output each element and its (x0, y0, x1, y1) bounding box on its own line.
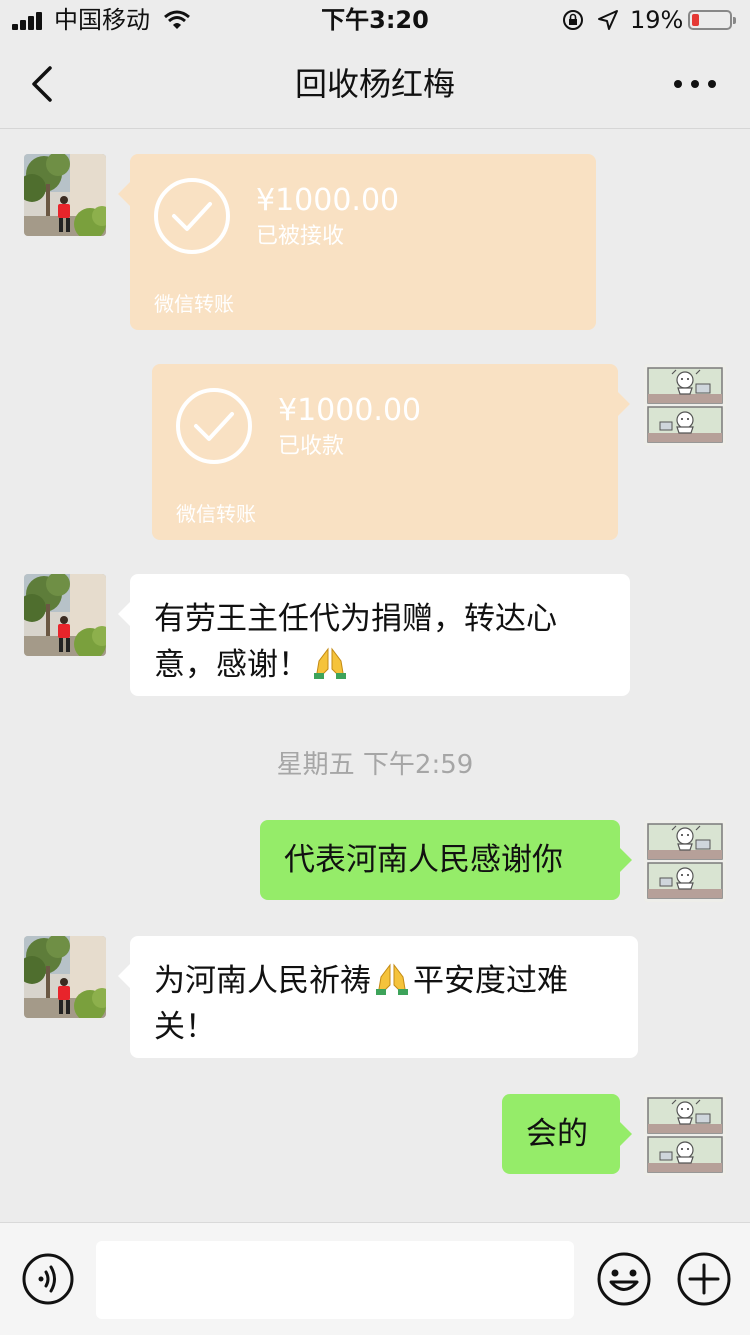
smiley-icon[interactable] (596, 1251, 652, 1307)
self-avatar[interactable] (644, 820, 726, 902)
transfer-card[interactable]: ¥1000.00 已收款 微信转账 (152, 364, 630, 540)
message-text: 有劳王主任代为捐赠，转达心意，感谢！ (154, 601, 557, 683)
friend-avatar[interactable] (24, 574, 106, 656)
transfer-amount: ¥1000.00 (278, 393, 422, 428)
location-arrow-icon (598, 10, 618, 30)
folded-hands-icon (373, 959, 411, 997)
transfer-card[interactable]: ¥1000.00 已被接收 微信转账 (118, 154, 596, 330)
self-avatar[interactable] (644, 1094, 726, 1176)
message-text: 为河南人民祈祷 (154, 963, 371, 999)
input-bar (0, 1222, 750, 1335)
message-bubble[interactable]: 有劳王主任代为捐赠，转达心意，感谢！ (118, 574, 630, 696)
message-text: 会的 (526, 1116, 588, 1152)
chat-title: 回收杨红梅 (294, 65, 455, 103)
friend-avatar[interactable] (24, 154, 106, 236)
friend-avatar[interactable] (24, 936, 106, 1018)
chat-header: 回收杨红梅 (0, 40, 750, 129)
message-timestamp: 星期五 下午2:59 (276, 750, 474, 780)
folded-hands-icon (311, 643, 349, 681)
transfer-amount: ¥1000.00 (256, 183, 400, 218)
battery-icon (688, 10, 736, 30)
battery-percent: 19% (630, 6, 684, 34)
plus-circle-icon[interactable] (676, 1251, 732, 1307)
voice-icon[interactable] (22, 1253, 74, 1305)
check-circle-icon (152, 176, 232, 256)
transfer-status: 已被接收 (256, 224, 345, 249)
message-bubble[interactable]: 会的 (502, 1094, 632, 1174)
status-bar: 中国移动 下午3:20 19% (0, 0, 750, 40)
message-bubble[interactable]: 代表河南人民感谢你 (260, 820, 632, 900)
rotation-lock-icon (563, 10, 583, 30)
transfer-status: 已收款 (278, 434, 345, 459)
check-circle-icon (174, 386, 254, 466)
self-avatar[interactable] (644, 364, 726, 446)
message-text: 代表河南人民感谢你 (284, 842, 563, 878)
message-input[interactable] (96, 1241, 574, 1319)
message-bubble[interactable]: 为河南人民祈祷 平安度过难关！ (118, 936, 638, 1058)
transfer-source: 微信转账 (176, 502, 256, 526)
battery-level (692, 14, 699, 26)
transfer-source: 微信转账 (154, 292, 234, 316)
ellipsis-icon[interactable] (672, 78, 718, 90)
